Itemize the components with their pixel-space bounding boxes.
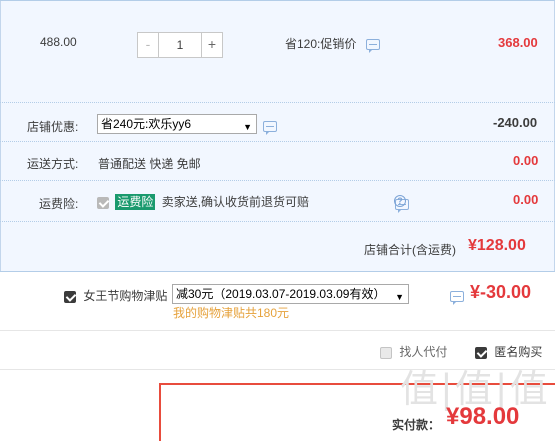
shipping-insurance-row: 运费险 卖家送,确认收货前退货可赔: [97, 193, 309, 210]
promo-text-row: 省120:促销价: [285, 35, 380, 54]
allowance-note: 我的购物津贴共180元: [173, 306, 290, 320]
shop-discount-label: 店铺优惠:: [27, 120, 79, 134]
allowance-checkbox[interactable]: [64, 290, 76, 303]
shop-discount-selected: 省240元:欢乐yy6: [101, 117, 192, 131]
quantity-input[interactable]: 1: [159, 33, 201, 57]
order-panel: [0, 0, 555, 272]
shipping-insurance-checkbox[interactable]: [97, 196, 109, 209]
message-icon[interactable]: [365, 39, 380, 54]
shop-total-amount: ¥128.00: [468, 237, 526, 254]
anonymous-label: 匿名购买: [494, 345, 543, 359]
dropdown-arrow-icon: ▼: [243, 122, 252, 132]
quantity-stepper[interactable]: - 1 +: [137, 32, 223, 58]
divider: [0, 330, 555, 331]
panel-left-border: [0, 0, 1, 272]
promo-text: 省120:促销价: [285, 37, 357, 51]
shipping-label: 运送方式:: [27, 157, 79, 171]
allowance-row: 女王节购物津贴: [64, 287, 167, 304]
divider: [0, 102, 555, 103]
shipping-method: 普通配送 快递 免邮: [98, 157, 201, 171]
shipping-amount: 0.00: [513, 153, 539, 168]
divider: [0, 221, 555, 222]
divider: [0, 141, 555, 142]
allowance-label: 女王节购物津贴: [83, 289, 168, 303]
quantity-increase-button[interactable]: +: [201, 33, 222, 57]
allowance-amount: ¥-30.00: [470, 282, 532, 302]
allowance-selected: 减30元（2019.03.07-2019.03.09有效）: [176, 287, 386, 301]
shop-discount-select[interactable]: 省240元:欢乐yy6 ▼: [97, 114, 257, 134]
message-icon[interactable]: [449, 291, 464, 306]
proxy-pay-label: 找人代付: [399, 345, 448, 359]
item-subtotal: 368.00: [498, 35, 538, 50]
shipping-insurance-badge: 运费险: [115, 194, 156, 210]
shop-discount-amount: -240.00: [493, 115, 538, 130]
shipping-insurance-text: 卖家送,确认收货前退货可赔: [161, 195, 310, 209]
shipping-insurance-label: 运费险:: [39, 197, 79, 211]
shipping-insurance-amount: 0.00: [513, 192, 539, 207]
allowance-select[interactable]: 减30元（2019.03.07-2019.03.09有效） ▼: [172, 284, 409, 304]
panel-bottom-border: [0, 271, 555, 272]
message-icon[interactable]: [263, 121, 277, 136]
dropdown-arrow-icon: ▼: [395, 292, 404, 302]
panel-top-border: [0, 0, 555, 1]
proxy-pay-checkbox[interactable]: [380, 346, 392, 359]
divider: [0, 180, 555, 181]
quantity-decrease-button[interactable]: -: [138, 33, 159, 57]
payment-amount: ¥98.00: [446, 403, 520, 430]
help-icon[interactable]: ?: [394, 195, 406, 207]
unit-price: 488.00: [40, 35, 77, 49]
payment-label: 实付款：: [392, 418, 441, 432]
shop-total-label: 店铺合计(含运费): [364, 243, 456, 257]
